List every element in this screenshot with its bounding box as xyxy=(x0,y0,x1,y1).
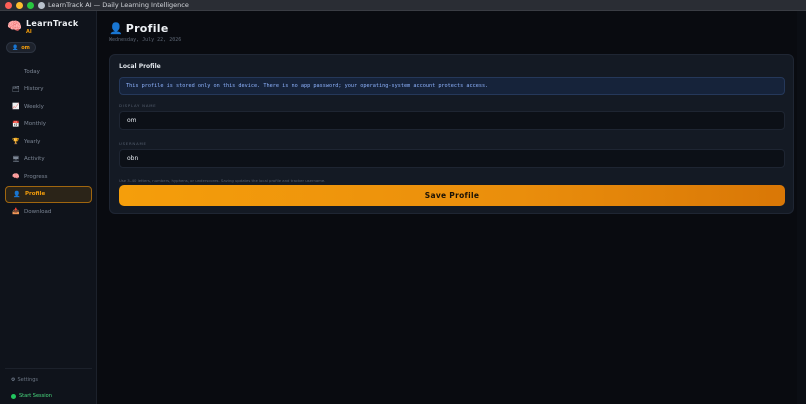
save-profile-button[interactable]: Save Profile xyxy=(119,185,785,206)
user-chip[interactable]: 👤 om xyxy=(6,42,36,53)
start-session-label: Start Session xyxy=(19,393,52,399)
main-content: 👤 Profile Wednesday, July 22, 2026 Local… xyxy=(98,11,806,404)
sidebar-item-label: Profile xyxy=(25,191,46,198)
calendar-icon: 📅 xyxy=(12,120,20,128)
user-icon: 👤 xyxy=(12,44,19,51)
brand: 🧠 LearnTrack AI xyxy=(7,19,79,35)
user-chip-label: om xyxy=(21,44,30,51)
sidebar-item-history[interactable]: 🗂 History xyxy=(5,81,92,99)
sidebar-item-yearly[interactable]: 🏆 Yearly xyxy=(5,133,92,151)
scrollbar[interactable] xyxy=(797,11,806,404)
download-icon: 📥 xyxy=(12,208,20,216)
sidebar-item-label: Download xyxy=(24,208,52,215)
sidebar-item-label: Monthly xyxy=(24,121,47,128)
page-title-text: Profile xyxy=(125,22,169,35)
trophy-icon: 🏆 xyxy=(12,138,20,146)
sidebar-item-label: Weekly xyxy=(24,103,44,110)
folder-icon: 🗂 xyxy=(12,85,20,93)
session-status-dot-icon xyxy=(11,393,16,399)
start-session-button[interactable]: Start Session xyxy=(11,393,52,399)
gear-icon: ⚙ xyxy=(11,377,16,383)
app-icon xyxy=(38,1,45,9)
sidebar-item-label: Yearly xyxy=(24,138,41,145)
sidebar-item-label: Progress xyxy=(24,173,48,180)
username-hint: Use 3–40 letters, numbers, hyphens, or u… xyxy=(119,178,326,183)
monitor-icon: 🖥 xyxy=(12,155,20,163)
display-name-input[interactable] xyxy=(119,111,785,130)
sidebar-item-label: Today xyxy=(24,68,40,75)
sidebar-item-activity[interactable]: 🖥 Activity xyxy=(5,151,92,169)
brain-icon: 🧠 xyxy=(12,173,20,181)
user-icon: 👤 xyxy=(13,190,21,198)
brand-subtitle: AI xyxy=(25,29,32,35)
close-window-button[interactable] xyxy=(5,1,12,9)
sidebar-item-profile[interactable]: 👤 Profile xyxy=(5,185,92,203)
window-title: LearnTrack AI — Daily Learning Intellige… xyxy=(48,1,189,9)
local-profile-card: Local Profile This profile is stored onl… xyxy=(109,54,794,214)
sidebar-item-weekly[interactable]: 📈 Weekly xyxy=(5,98,92,116)
page-date: Wednesday, July 22, 2026 xyxy=(109,37,182,43)
brain-icon: 🧠 xyxy=(7,19,22,33)
username-input[interactable] xyxy=(119,149,785,168)
settings-label: Settings xyxy=(17,377,38,383)
page-title: 👤 Profile xyxy=(109,22,169,35)
sidebar: 🧠 LearnTrack AI 👤 om Today 🗂 History 📈 W… xyxy=(0,11,97,404)
sidebar-item-progress[interactable]: 🧠 Progress xyxy=(5,168,92,186)
user-icon: 👤 xyxy=(109,22,123,35)
minimize-window-button[interactable] xyxy=(16,1,23,9)
username-label: USERNAME xyxy=(119,141,147,146)
chart-icon: 📈 xyxy=(12,103,20,111)
info-notice: This profile is stored only on this devi… xyxy=(119,77,785,95)
sidebar-divider xyxy=(5,368,92,369)
card-title: Local Profile xyxy=(119,63,161,70)
sidebar-nav: Today 🗂 History 📈 Weekly 📅 Monthly 🏆 Yea… xyxy=(5,63,92,221)
settings-link[interactable]: ⚙ Settings xyxy=(11,377,38,383)
title-bar: LearnTrack AI — Daily Learning Intellige… xyxy=(0,0,806,11)
maximize-window-button[interactable] xyxy=(27,1,34,9)
sidebar-item-label: History xyxy=(24,86,44,93)
sidebar-item-monthly[interactable]: 📅 Monthly xyxy=(5,116,92,134)
brand-name: LearnTrack xyxy=(25,19,79,28)
sidebar-item-download[interactable]: 📥 Download xyxy=(5,203,92,221)
sidebar-item-label: Activity xyxy=(24,156,45,163)
display-name-label: DISPLAY NAME xyxy=(119,103,157,108)
sidebar-item-today[interactable]: Today xyxy=(5,63,92,81)
